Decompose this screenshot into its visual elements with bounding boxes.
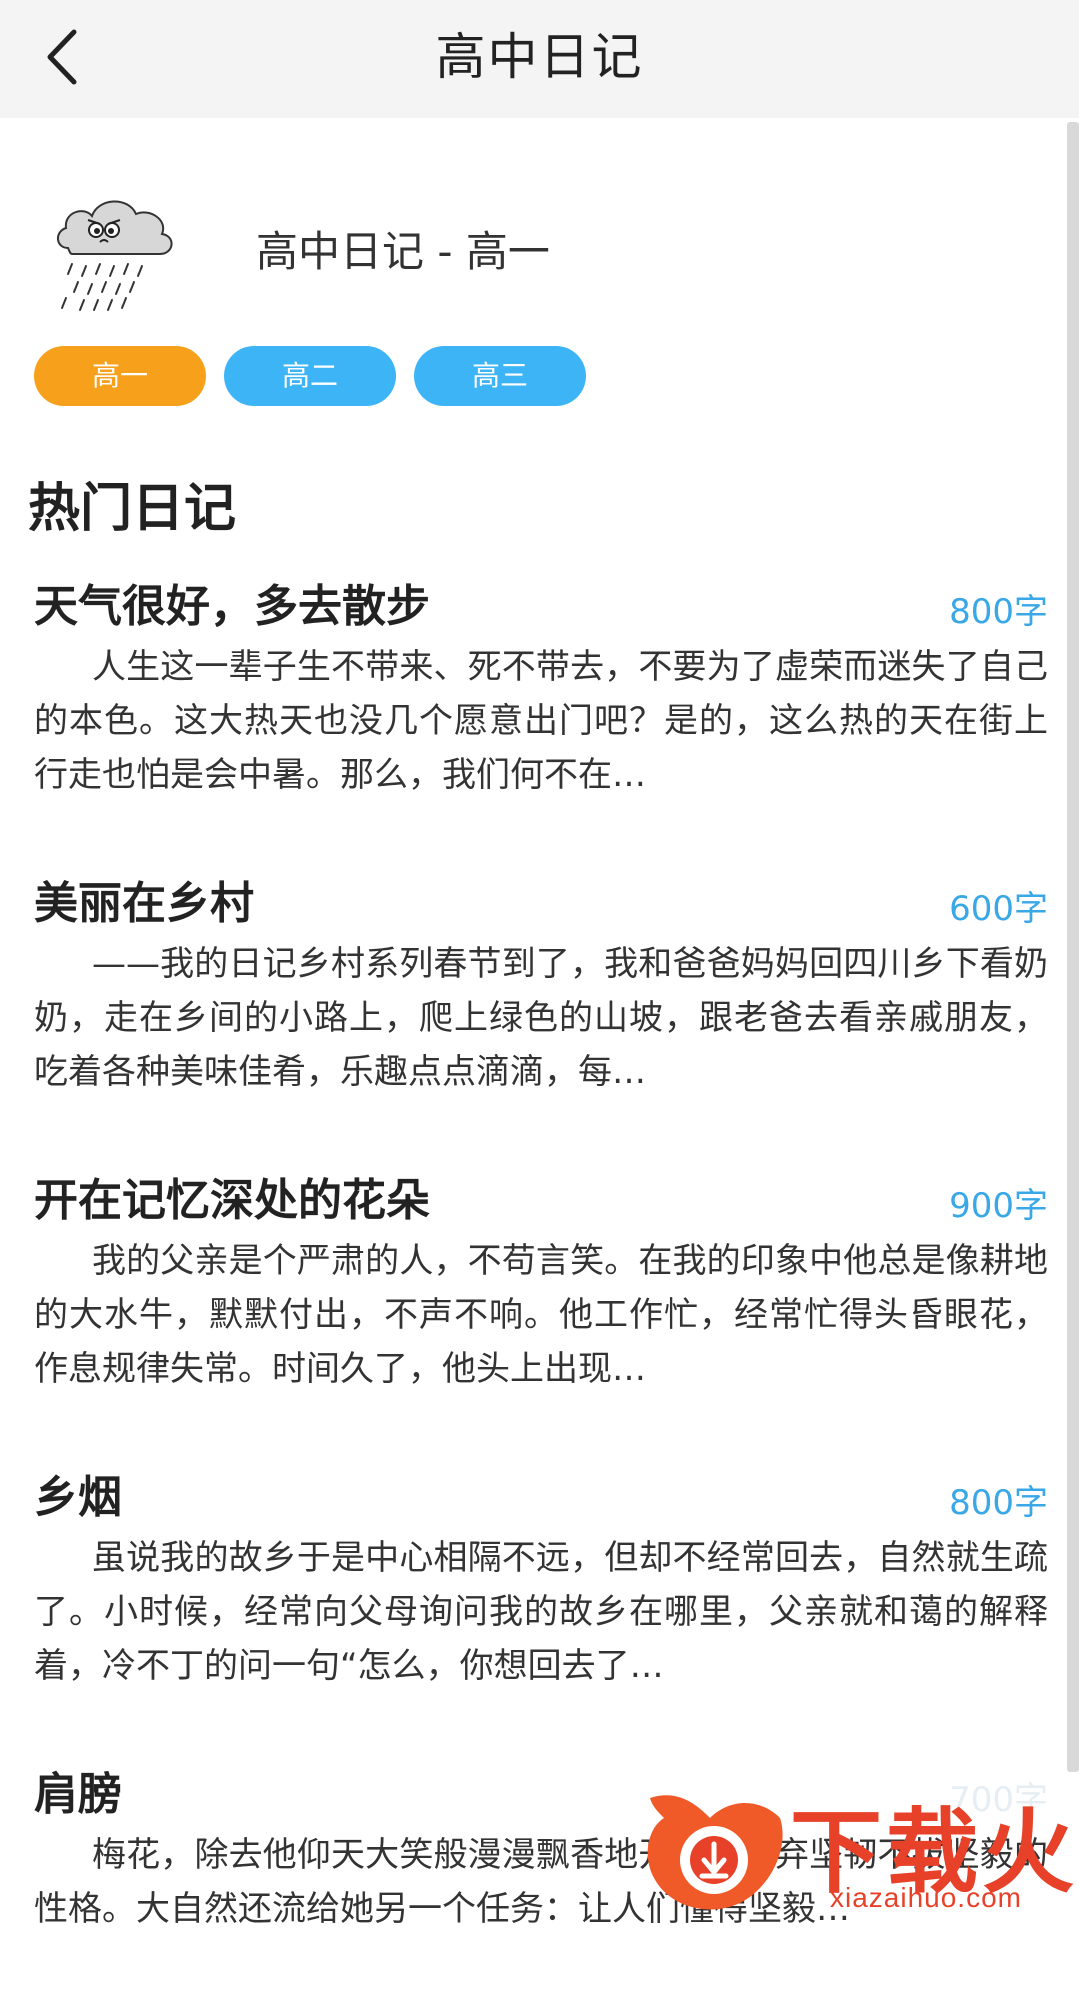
tab-label: 高三 [471, 359, 528, 392]
entry-excerpt: 人生这一辈子生不带来、死不带去，不要为了虚荣而迷失了自己的本色。这大热天也没几个… [34, 647, 1048, 795]
diary-entry[interactable]: 乡烟 800字 虽说我的故乡于是中心相隔不远，但却不经常回去，自然就生疏了。小时… [34, 1461, 1048, 1686]
entry-excerpt: 我的父亲是个严肃的人，不苟言笑。在我的印象中他总是像耕地的大水牛，默默付出，不声… [34, 1241, 1048, 1389]
diary-entry[interactable]: 开在记忆深处的花朵 900字 我的父亲是个严肃的人，不苟言笑。在我的印象中他总是… [34, 1164, 1048, 1389]
entry-title: 乡烟 [34, 1472, 122, 1523]
tab-label: 高二 [281, 359, 338, 392]
word-count: 600字 [949, 889, 1048, 929]
top-bar: 高中日记 [0, 0, 1079, 118]
book-title: 高中日记 - 高一 [256, 227, 550, 276]
word-count: 800字 [949, 1483, 1048, 1523]
entry-title: 美丽在乡村 [34, 878, 254, 929]
tab-grade-2[interactable]: 高二 [224, 346, 396, 406]
tab-label: 高一 [91, 359, 148, 392]
section-title: 热门日记 [28, 479, 237, 539]
rain-cloud-icon [50, 186, 186, 316]
watermark-url: xiazaihuo.com [830, 1882, 1022, 1913]
entry-title: 天气很好，多去散步 [34, 581, 430, 632]
entry-title: 肩膀 [34, 1769, 122, 1820]
entry-title: 开在记忆深处的花朵 [34, 1175, 430, 1226]
watermark-logo: 下载火 xiazaihuo.com [640, 1778, 1079, 1917]
scrollbar[interactable] [1067, 122, 1079, 1772]
tab-grade-3[interactable]: 高三 [414, 346, 586, 406]
word-count: 800字 [949, 592, 1048, 632]
flame-logo-icon [647, 1795, 783, 1910]
word-count: 900字 [949, 1186, 1048, 1226]
diary-entry[interactable]: 美丽在乡村 600字 ——我的日记乡村系列春节到了，我和爸爸妈妈回四川乡下看奶奶… [34, 867, 1048, 1092]
diary-entry[interactable]: 天气很好，多去散步 800字 人生这一辈子生不带来、死不带去，不要为了虚荣而迷失… [34, 570, 1048, 795]
page-title: 高中日记 [435, 28, 644, 86]
tab-grade-1[interactable]: 高一 [34, 346, 206, 406]
entry-excerpt: ——我的日记乡村系列春节到了，我和爸爸妈妈回四川乡下看奶奶，走在乡间的小路上，爬… [34, 944, 1048, 1092]
entry-excerpt: 虽说我的故乡于是中心相隔不远，但却不经常回去，自然就生疏了。小时候，经常向父母询… [34, 1538, 1048, 1686]
